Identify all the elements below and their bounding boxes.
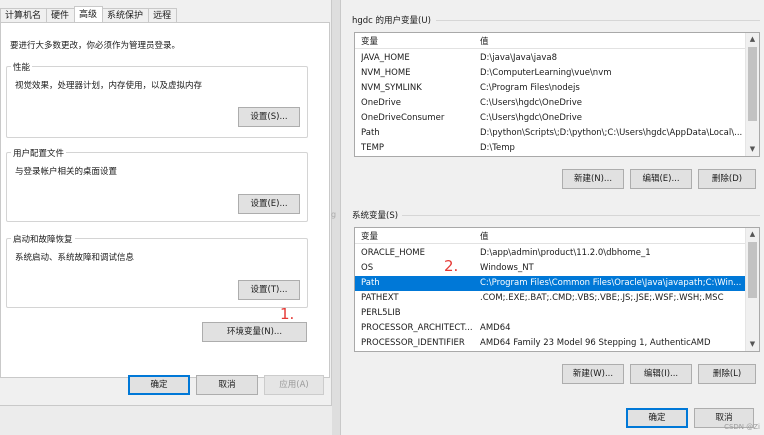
user-variables-list[interactable]: 变量 值 JAVA_HOME D:\java\Java\java8 NVM_HO… <box>354 32 760 157</box>
annotation-marker-2: 2. <box>444 257 459 275</box>
variable-value: AMD64 Family 23 Model 96 Stepping 1, Aut… <box>480 338 711 348</box>
system-new-button[interactable]: 新建(W)... <box>562 364 624 384</box>
ok-button[interactable]: 确定 <box>128 375 190 395</box>
list-item[interactable]: Path D:\python\Scripts\;D:\python\;C:\Us… <box>355 126 745 141</box>
variable-value: D:\app\admin\product\11.2.0\dbhome_1 <box>480 248 651 258</box>
variable-value: Windows_NT <box>480 263 534 273</box>
variable-name: PATHEXT <box>361 293 399 303</box>
list-item[interactable]: OneDriveConsumer C:\Users\hgdc\OneDrive <box>355 111 745 126</box>
performance-settings-button[interactable]: 设置(S)... <box>238 107 300 127</box>
tab-strip: 计算机名 硬件 高级 系统保护 远程 <box>0 6 178 22</box>
system-variables-label: 系统变量(S) <box>352 211 399 221</box>
startup-recovery-group: 启动和故障恢复 系统启动、系统故障和调试信息 设置(T)... <box>6 233 308 308</box>
startup-recovery-settings-button[interactable]: 设置(T)... <box>238 280 300 300</box>
watermark: CSDN @Zi <box>724 423 760 431</box>
scroll-up-icon[interactable]: ▲ <box>746 228 759 241</box>
system-header-value: 值 <box>480 232 489 242</box>
variable-value: AMD64 <box>480 323 511 333</box>
variable-value: D:\python\Scripts\;D:\python\;C:\Users\h… <box>480 128 743 138</box>
variable-value: C:\Program Files\nodejs <box>480 83 580 93</box>
list-item[interactable]: ORACLE_HOME D:\app\admin\product\11.2.0\… <box>355 246 745 261</box>
tab-hardware[interactable]: 硬件 <box>46 8 76 22</box>
system-header-variable: 变量 <box>361 232 379 242</box>
list-item[interactable]: NVM_HOME D:\ComputerLearning\vue\nvm <box>355 66 745 81</box>
list-item[interactable]: PATHEXT .COM;.EXE;.BAT;.CMD;.VBS;.VBE;.J… <box>355 291 745 306</box>
user-profiles-desc: 与登录帐户相关的桌面设置 <box>15 167 118 177</box>
tab-system-protection[interactable]: 系统保护 <box>102 8 150 22</box>
performance-group: 性能 视觉效果，处理器计划，内存使用，以及虚拟内存 设置(S)... <box>6 61 308 138</box>
annotation-marker-1: 1. <box>280 305 295 323</box>
user-profiles-title: 用户配置文件 <box>11 147 67 159</box>
variable-value: C:\Users\hgdc\OneDrive <box>480 113 583 123</box>
variable-name: OneDrive <box>361 98 401 108</box>
cancel-button[interactable]: 取消 <box>196 375 258 395</box>
variable-value: D:\Temp <box>480 143 515 153</box>
admin-notice: 要进行大多数更改，你必须作为管理员登录。 <box>10 41 181 51</box>
tab-computer-name[interactable]: 计算机名 <box>0 8 48 22</box>
list-item-selected[interactable]: Path C:\Program Files\Common Files\Oracl… <box>355 276 745 291</box>
variable-name: PROCESSOR_ARCHITECT... <box>361 323 473 333</box>
scroll-thumb[interactable] <box>748 47 757 121</box>
list-item[interactable]: JAVA_HOME D:\java\Java\java8 <box>355 51 745 66</box>
startup-recovery-desc: 系统启动、系统故障和调试信息 <box>15 253 135 263</box>
list-item[interactable]: OS Windows_NT <box>355 261 745 276</box>
system-variables-list[interactable]: 变量 值 ORACLE_HOME D:\app\admin\product\11… <box>354 227 760 352</box>
list-item[interactable]: PROCESSOR_IDENTIFIER AMD64 Family 23 Mod… <box>355 336 745 351</box>
variable-name: NVM_HOME <box>361 68 411 78</box>
startup-recovery-title: 启动和故障恢复 <box>11 233 75 245</box>
variable-value: C:\Program Files\Common Files\Oracle\Jav… <box>480 278 742 288</box>
system-variables-separator <box>402 215 760 216</box>
variable-value: D:\java\Java\java8 <box>480 53 557 63</box>
user-variables-label: hgdc 的用户变量(U) <box>352 16 431 26</box>
performance-title: 性能 <box>11 61 33 73</box>
user-profiles-group: 用户配置文件 与登录帐户相关的桌面设置 设置(E)... <box>6 147 308 222</box>
user-variables-header: 变量 值 <box>355 33 745 49</box>
variable-name: Path <box>361 278 380 288</box>
user-delete-button[interactable]: 删除(D) <box>698 169 756 189</box>
variable-name: JAVA_HOME <box>361 53 410 63</box>
variable-name: PROCESSOR_IDENTIFIER <box>361 338 465 348</box>
system-delete-button[interactable]: 删除(L) <box>698 364 756 384</box>
user-new-button[interactable]: 新建(N)... <box>562 169 624 189</box>
variable-name: Path <box>361 128 380 138</box>
variable-value: .COM;.EXE;.BAT;.CMD;.VBS;.VBE;.JS;.JSE;.… <box>480 293 724 303</box>
apply-button[interactable]: 应用(A) <box>264 375 324 395</box>
desktop-strip <box>0 405 332 435</box>
scroll-down-icon[interactable]: ▼ <box>746 338 759 351</box>
list-item[interactable]: TEMP D:\Temp <box>355 141 745 156</box>
system-edit-button[interactable]: 编辑(I)... <box>630 364 692 384</box>
scroll-down-icon[interactable]: ▼ <box>746 143 759 156</box>
list-item[interactable]: OneDrive C:\Users\hgdc\OneDrive <box>355 96 745 111</box>
variable-name: OneDriveConsumer <box>361 113 445 123</box>
scroll-up-icon[interactable]: ▲ <box>746 33 759 46</box>
scroll-thumb[interactable] <box>748 242 757 298</box>
performance-desc: 视觉效果，处理器计划，内存使用，以及虚拟内存 <box>15 81 203 91</box>
variable-name: NVM_SYMLINK <box>361 83 422 93</box>
faint-glyph: g <box>331 210 337 219</box>
variable-value: D:\ComputerLearning\vue\nvm <box>480 68 612 78</box>
list-item[interactable]: PERL5LIB <box>355 306 745 321</box>
user-profiles-settings-button[interactable]: 设置(E)... <box>238 194 300 214</box>
system-variables-header: 变量 值 <box>355 228 745 244</box>
list-item[interactable]: PROCESSOR_ARCHITECT... AMD64 <box>355 321 745 336</box>
user-variables-scrollbar[interactable]: ▲ ▼ <box>745 33 759 156</box>
env-ok-button[interactable]: 确定 <box>626 408 688 428</box>
tab-advanced[interactable]: 高级 <box>74 6 104 22</box>
system-variables-scrollbar[interactable]: ▲ ▼ <box>745 228 759 351</box>
user-header-value: 值 <box>480 37 489 47</box>
variable-name: PERL5LIB <box>361 308 401 318</box>
tab-remote[interactable]: 远程 <box>148 8 178 22</box>
user-header-variable: 变量 <box>361 37 379 47</box>
environment-variables-button[interactable]: 环境变量(N)... <box>202 322 307 342</box>
list-item[interactable]: NVM_SYMLINK C:\Program Files\nodejs <box>355 81 745 96</box>
user-edit-button[interactable]: 编辑(E)... <box>630 169 692 189</box>
variable-value: C:\Users\hgdc\OneDrive <box>480 98 583 108</box>
user-variables-separator <box>436 20 760 21</box>
variable-name: TEMP <box>361 143 385 153</box>
